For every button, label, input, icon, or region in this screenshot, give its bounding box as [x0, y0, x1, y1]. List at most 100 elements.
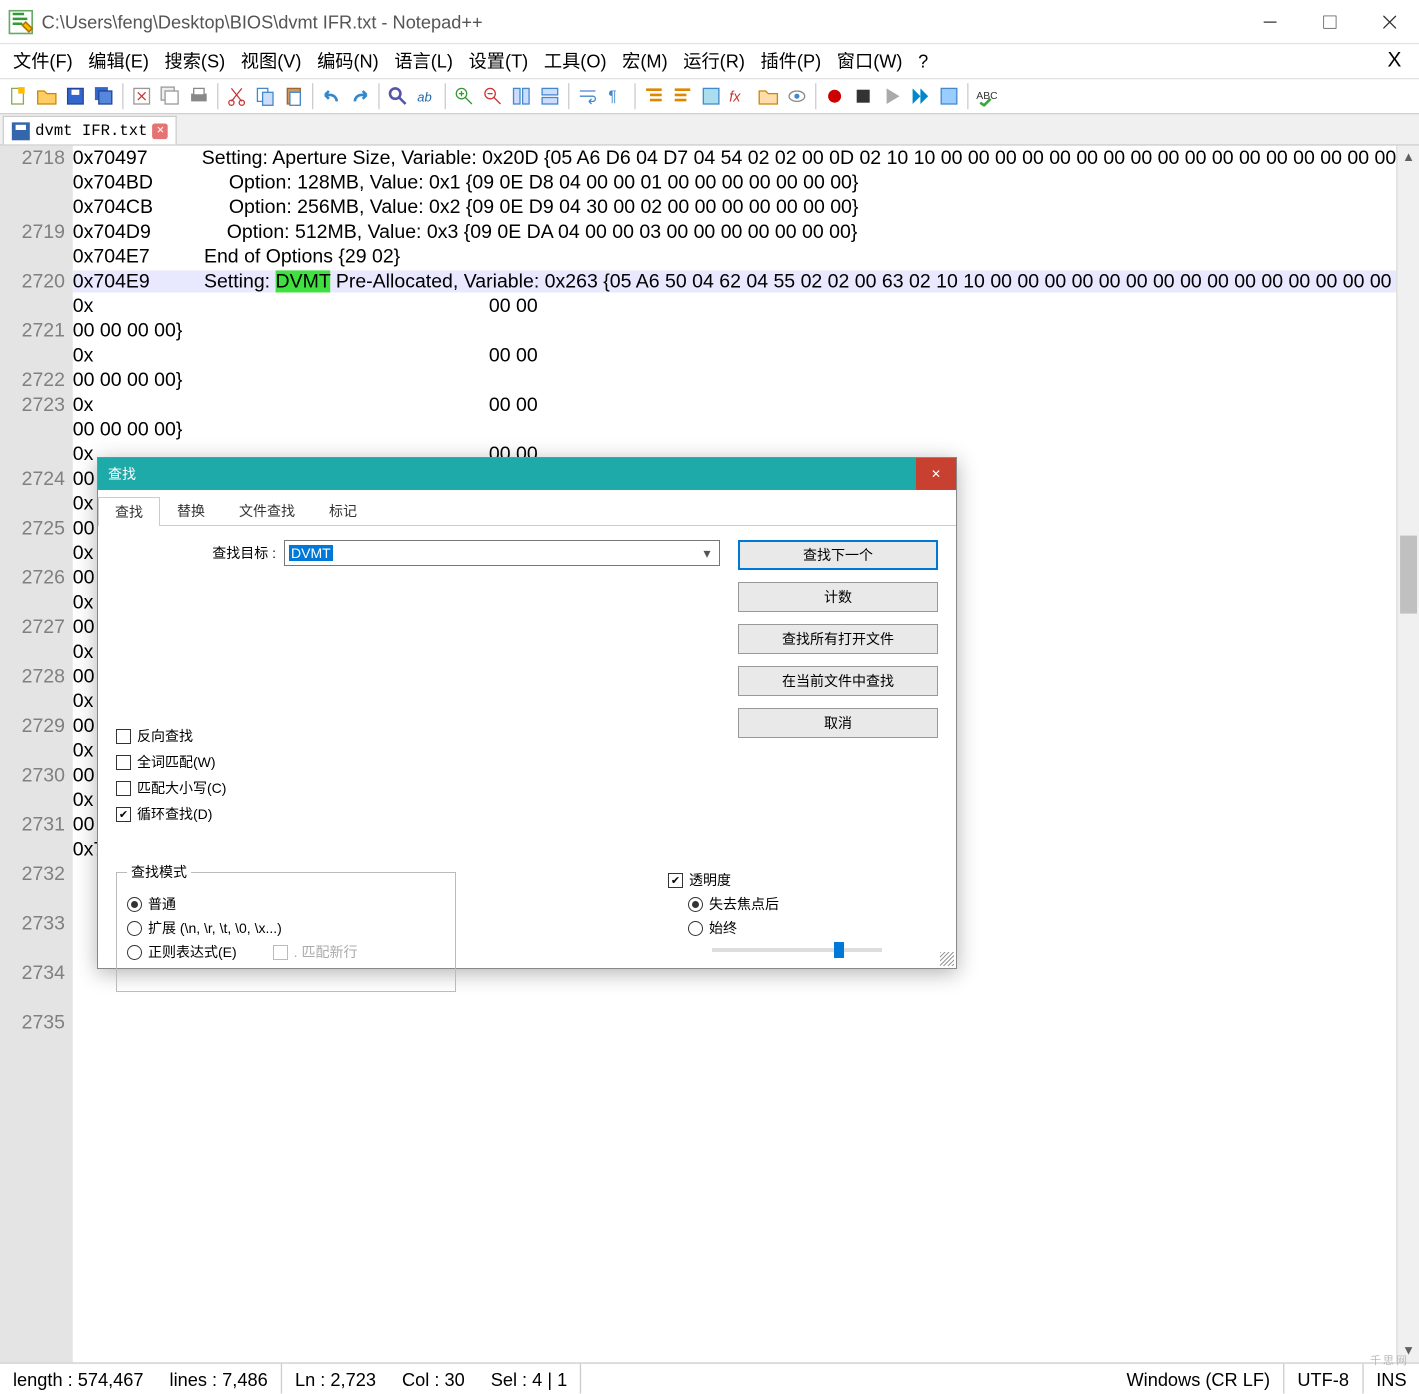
line-gutter: 2718 2719 2720 2721 2722 2723 2724 2725 …: [0, 146, 73, 1363]
menu-macro[interactable]: 宏(M): [614, 46, 675, 77]
mode-normal-radio[interactable]: 普通: [127, 894, 445, 914]
menu-window[interactable]: 窗口(W): [829, 46, 910, 77]
undo-icon[interactable]: [319, 83, 345, 109]
record-icon[interactable]: [822, 83, 848, 109]
menu-plugins[interactable]: 插件(P): [753, 46, 829, 77]
play-icon[interactable]: [879, 83, 905, 109]
window-title: C:\Users\feng\Desktop\BIOS\dvmt IFR.txt …: [42, 11, 1241, 32]
matchcase-checkbox[interactable]: 匹配大小写(C): [116, 778, 226, 798]
save-macro-icon[interactable]: [936, 83, 962, 109]
zoom-out-icon[interactable]: [480, 83, 506, 109]
spellcheck-icon[interactable]: ABC: [974, 83, 1000, 109]
vertical-scrollbar[interactable]: ▲ ▼: [1396, 146, 1419, 1363]
menu-tools[interactable]: 工具(O): [536, 46, 614, 77]
status-eol: Windows (CR LF): [1113, 1368, 1283, 1389]
stop-icon[interactable]: [850, 83, 876, 109]
find-label: 查找目标 :: [116, 543, 276, 563]
file-tab[interactable]: dvmt IFR.txt ×: [3, 116, 178, 145]
toolbar: ab ¶ fx ABC: [0, 78, 1419, 114]
menu-view[interactable]: 视图(V): [233, 46, 309, 77]
folder-icon[interactable]: [755, 83, 781, 109]
transparency-slider[interactable]: [712, 948, 882, 952]
find-all-open-button[interactable]: 查找所有打开文件: [738, 624, 938, 654]
new-file-icon[interactable]: [5, 83, 31, 109]
close-button[interactable]: [1360, 0, 1419, 44]
status-insert: INS: [1363, 1368, 1419, 1389]
resize-grip-icon[interactable]: [940, 952, 954, 966]
dialog-title: 查找: [108, 464, 136, 484]
func-list-icon[interactable]: fx: [727, 83, 753, 109]
replace-icon[interactable]: ab: [413, 83, 439, 109]
trans-always-radio[interactable]: 始终: [688, 918, 916, 938]
svg-text:fx: fx: [729, 89, 741, 105]
statusbar: length : 574,467 lines : 7,486 Ln : 2,72…: [0, 1362, 1419, 1393]
cut-icon[interactable]: [224, 83, 250, 109]
dialog-tabs: 查找 替换 文件查找 标记: [98, 490, 956, 526]
save-icon[interactable]: [62, 83, 88, 109]
app-icon: [8, 8, 34, 34]
sync-h-icon[interactable]: [537, 83, 563, 109]
menubar-close-icon[interactable]: X: [1380, 47, 1415, 76]
highlighted-match: DVMT: [276, 270, 331, 292]
tab-label: dvmt IFR.txt: [35, 122, 147, 140]
backward-checkbox[interactable]: 反向查找: [116, 726, 226, 746]
cancel-button[interactable]: 取消: [738, 708, 938, 738]
menu-file[interactable]: 文件(F): [5, 46, 80, 77]
tab-find-in-files[interactable]: 文件查找: [222, 496, 312, 525]
scroll-up-icon[interactable]: ▲: [1398, 146, 1419, 169]
count-button[interactable]: 计数: [738, 582, 938, 612]
dialog-titlebar[interactable]: 查找 ✕: [98, 458, 956, 490]
menu-edit[interactable]: 编辑(E): [80, 46, 156, 77]
print-icon[interactable]: [186, 83, 212, 109]
zoom-in-icon[interactable]: [451, 83, 477, 109]
copy-icon[interactable]: [252, 83, 278, 109]
paste-icon[interactable]: [281, 83, 307, 109]
find-dialog: 查找 ✕ 查找 替换 文件查找 标记 查找目标 : DVMT ▾ 查找下一个 计…: [97, 457, 957, 969]
redo-icon[interactable]: [347, 83, 373, 109]
find-input[interactable]: DVMT ▾: [284, 540, 720, 566]
tab-replace[interactable]: 替换: [160, 496, 222, 525]
tab-save-icon: [12, 122, 30, 140]
outdent-icon[interactable]: [670, 83, 696, 109]
wordwrap-icon[interactable]: [575, 83, 601, 109]
close-all-icon[interactable]: [157, 83, 183, 109]
dialog-close-button[interactable]: ✕: [916, 458, 956, 490]
mode-regex-radio[interactable]: 正则表达式(E) . 匹配新行: [127, 942, 445, 962]
fastfwd-icon[interactable]: [907, 83, 933, 109]
save-all-icon[interactable]: [91, 83, 117, 109]
scroll-thumb[interactable]: [1400, 536, 1417, 614]
menu-language[interactable]: 语言(L): [387, 46, 461, 77]
tab-find[interactable]: 查找: [98, 497, 160, 526]
tab-close-icon[interactable]: ×: [153, 123, 169, 139]
sync-v-icon[interactable]: [508, 83, 534, 109]
monitor-icon[interactable]: [784, 83, 810, 109]
find-all-current-button[interactable]: 在当前文件中查找: [738, 666, 938, 696]
search-mode-group: 查找模式 普通 扩展 (\n, \r, \t, \0, \x...) 正则表达式…: [116, 862, 456, 992]
userdef-icon[interactable]: [698, 83, 724, 109]
menubar: 文件(F) 编辑(E) 搜索(S) 视图(V) 编码(N) 语言(L) 设置(T…: [0, 44, 1419, 78]
menu-search[interactable]: 搜索(S): [157, 46, 233, 77]
menu-help[interactable]: ?: [910, 48, 936, 74]
minimize-button[interactable]: [1240, 0, 1300, 44]
wholeword-checkbox[interactable]: 全词匹配(W): [116, 752, 226, 772]
find-icon[interactable]: [385, 83, 411, 109]
maximize-button[interactable]: [1300, 0, 1360, 44]
find-next-button[interactable]: 查找下一个: [738, 540, 938, 570]
transparency-checkbox[interactable]: ✔透明度: [668, 870, 916, 890]
status-col: Col : 30: [389, 1368, 478, 1389]
show-all-chars-icon[interactable]: ¶: [603, 83, 629, 109]
open-file-icon[interactable]: [34, 83, 60, 109]
trans-onlose-radio[interactable]: 失去焦点后: [688, 894, 916, 914]
tabbar: dvmt IFR.txt ×: [0, 114, 1419, 145]
menu-run[interactable]: 运行(R): [675, 46, 752, 77]
dropdown-icon[interactable]: ▾: [697, 543, 717, 563]
menu-settings[interactable]: 设置(T): [461, 46, 536, 77]
titlebar: C:\Users\feng\Desktop\BIOS\dvmt IFR.txt …: [0, 0, 1419, 44]
status-lines: lines : 7,486: [157, 1368, 281, 1389]
indent-guide-icon[interactable]: [641, 83, 667, 109]
close-icon[interactable]: [129, 83, 155, 109]
tab-mark[interactable]: 标记: [312, 496, 374, 525]
mode-extended-radio[interactable]: 扩展 (\n, \r, \t, \0, \x...): [127, 918, 445, 938]
wrap-checkbox[interactable]: ✔循环查找(D): [116, 804, 226, 824]
menu-encoding[interactable]: 编码(N): [309, 46, 386, 77]
